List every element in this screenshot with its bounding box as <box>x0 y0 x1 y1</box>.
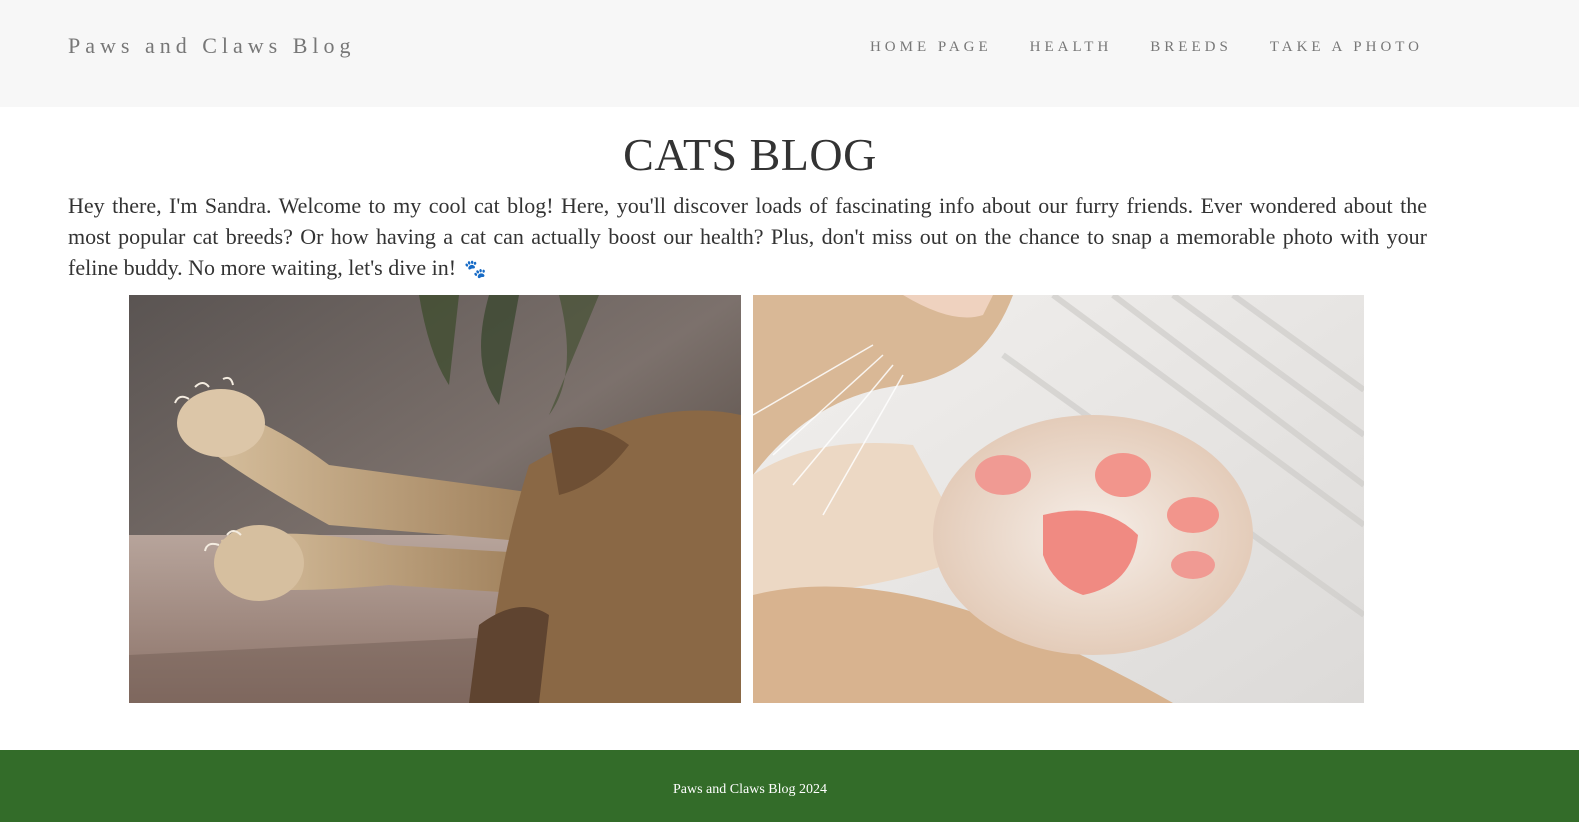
cat-stretching-photo <box>129 295 741 703</box>
footer: Paws and Claws Blog 2024 <box>0 750 1579 822</box>
nav-link-breeds[interactable]: BREEDS <box>1150 39 1232 55</box>
nav-item-breeds: BREEDS <box>1150 38 1232 56</box>
cat-stretching-image <box>129 295 741 703</box>
nav-link-home-page[interactable]: HOME PAGE <box>870 39 992 55</box>
footer-copyright: Paws and Claws Blog 2024 <box>673 782 827 797</box>
intro-paragraph: Hey there, I'm Sandra. Welcome to my coo… <box>68 190 1427 285</box>
nav-link-health[interactable]: HEALTH <box>1030 39 1113 55</box>
cat-paw-pads-photo <box>753 295 1364 703</box>
navbar: Paws and Claws Blog HOME PAGE HEALTH BRE… <box>0 0 1579 107</box>
paw-prints-icon: 🐾 <box>464 259 487 279</box>
nav-item-home: HOME PAGE <box>870 38 992 56</box>
brand-logo-link[interactable]: Paws and Claws Blog <box>68 33 356 59</box>
nav-item-take-a-photo: TAKE A PHOTO <box>1270 38 1423 56</box>
page-title: CATS BLOG <box>623 129 877 180</box>
nav-link-take-a-photo[interactable]: TAKE A PHOTO <box>1270 39 1423 55</box>
nav-menu: HOME PAGE HEALTH BREEDS TAKE A PHOTO <box>870 38 1423 56</box>
nav-item-health: HEALTH <box>1030 38 1113 56</box>
cat-paw-pads-image <box>753 295 1364 703</box>
intro-text: Hey there, I'm Sandra. Welcome to my coo… <box>68 193 1427 280</box>
